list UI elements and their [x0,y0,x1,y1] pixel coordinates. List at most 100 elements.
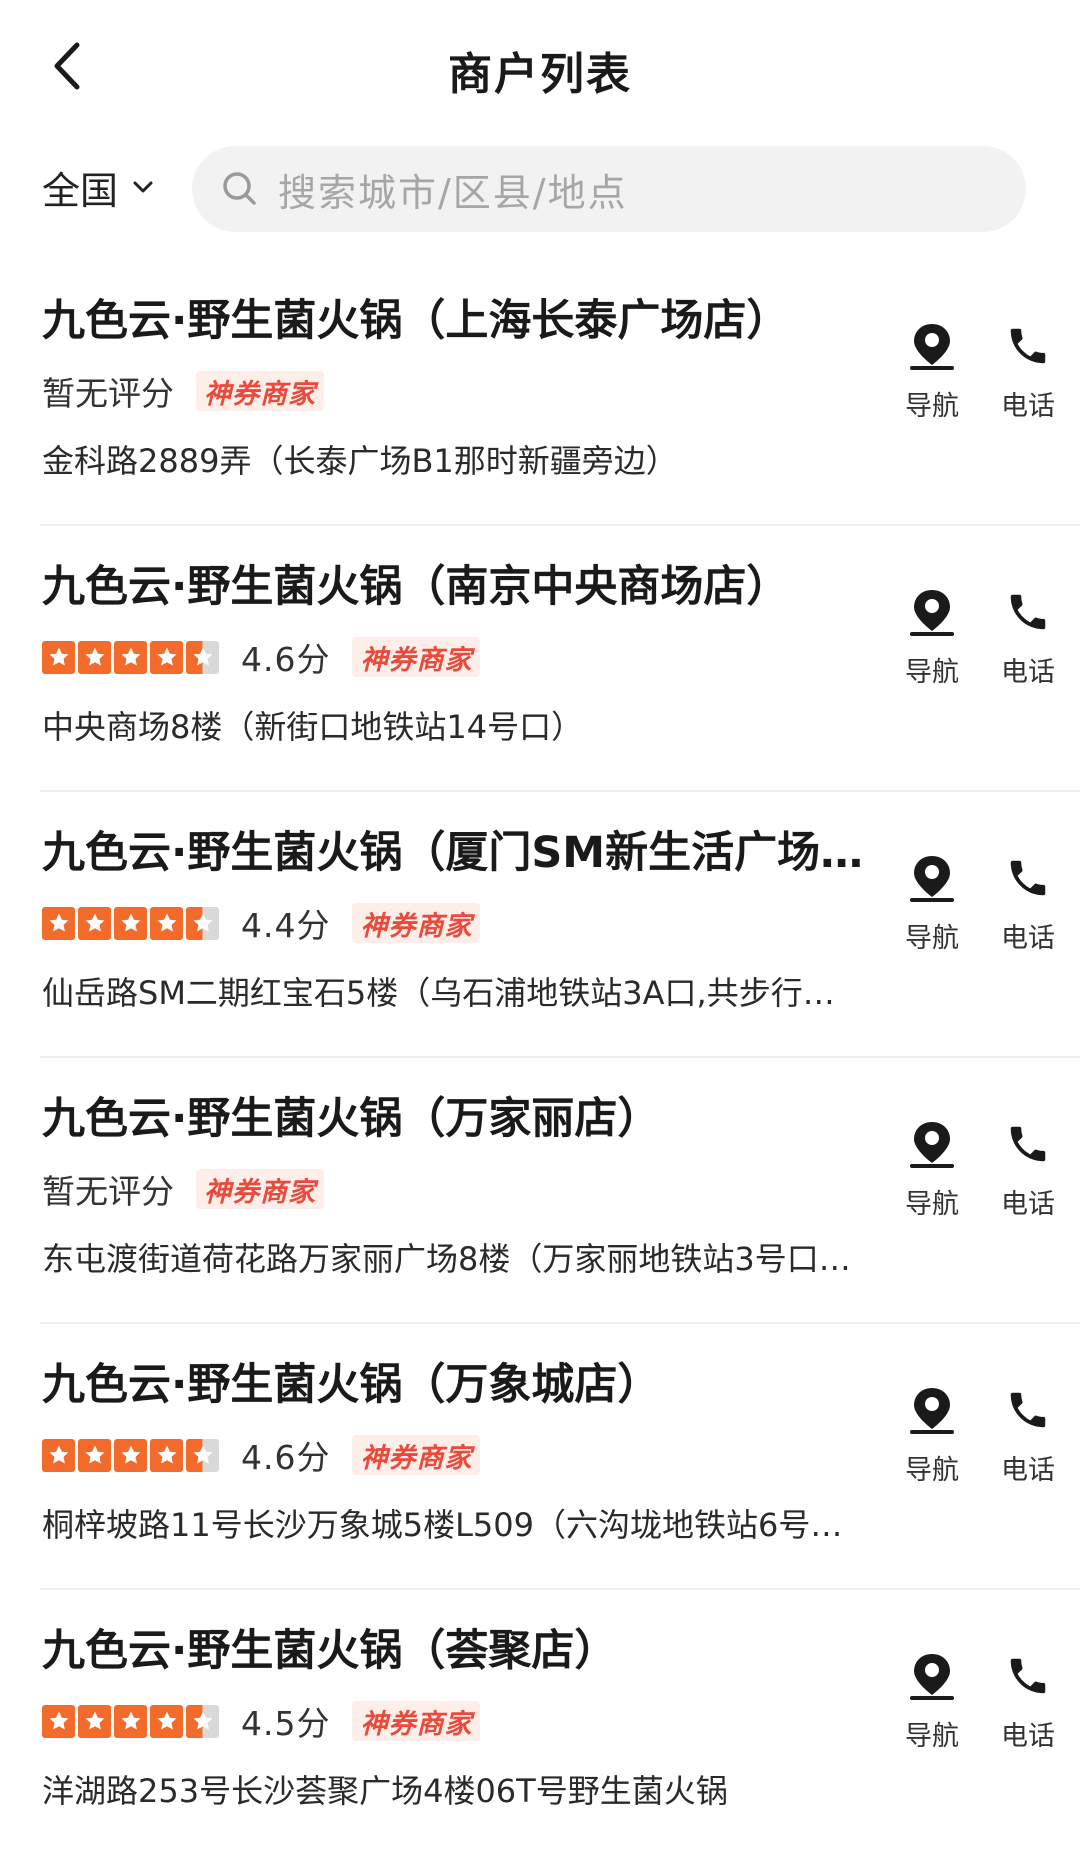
chevron-down-icon [133,181,153,193]
navigate-button[interactable]: 导航 [892,320,972,423]
star-icon [78,1438,111,1472]
star-rating [42,1704,219,1738]
rating-row: 暂无评分 神券商家 [42,1164,324,1214]
star-icon [150,1438,183,1472]
phone-label: 电话 [1001,657,1055,688]
merchant-item[interactable]: 九色云·野生菌火锅（万象城店） 4.6分 神券商家 桐梓坡路11号长沙万象城5楼… [40,1324,1080,1590]
search-icon [223,172,256,205]
star-rating [42,1438,219,1472]
merchant-item[interactable]: 九色云·野生菌火锅（万家丽店） 暂无评分 神券商家 东屯渡街道荷花路万家丽广场8… [40,1058,1080,1324]
phone-icon [1002,320,1054,372]
navigate-button[interactable]: 导航 [892,586,972,689]
star-icon [186,640,219,674]
merchant-item[interactable]: 九色云·野生菌火锅（厦门SM新生活广场… 4.4分 神券商家 仙岳路SM二期红宝… [40,792,1080,1058]
call-button[interactable]: 电话 [988,320,1068,423]
call-button[interactable]: 电话 [988,1118,1068,1221]
star-icon [42,1438,75,1472]
location-pin-icon [906,320,958,372]
rating-row: 4.5分 神券商家 [42,1696,481,1746]
merchant-list-page: 商户列表 全国 搜索城市/区县/地点 九色云·野生菌火锅（上海长泰广场店） 暂无… [0,0,1080,1862]
navigate-label: 导航 [905,1189,959,1220]
call-button[interactable]: 电话 [988,586,1068,689]
no-rating-text: 暂无评分 [42,1172,174,1211]
rating-row: 4.6分 神券商家 [42,1430,481,1480]
phone-icon [1002,1118,1054,1170]
region-dropdown[interactable]: 全国 [42,162,154,213]
merchant-name[interactable]: 九色云·野生菌火锅（万家丽店） [42,1084,882,1146]
phone-icon [1002,1384,1054,1436]
star-icon [42,1704,75,1738]
call-button[interactable]: 电话 [988,1650,1068,1753]
star-icon [42,640,75,674]
call-button[interactable]: 电话 [988,852,1068,955]
phone-icon [1002,586,1054,638]
navigate-button[interactable]: 导航 [892,1384,972,1487]
coupon-merchant-badge: 神券商家 [196,1169,324,1209]
navigate-label: 导航 [905,923,959,954]
merchant-list: 九色云·野生菌火锅（上海长泰广场店） 暂无评分 神券商家 金科路2889弄（长泰… [0,260,1080,1856]
rating-score: 4.4分 [241,906,331,945]
navigate-label: 导航 [905,1721,959,1752]
phone-label: 电话 [1001,391,1055,422]
rating-row: 暂无评分 神券商家 [42,366,324,416]
merchant-address: 东屯渡街道荷花路万家丽广场8楼（万家丽地铁站3号口… [42,1240,851,1278]
merchant-address: 仙岳路SM二期红宝石5楼（乌石浦地铁站3A口,共步行… [42,974,835,1012]
page-title: 商户列表 [448,49,632,100]
star-icon [186,1438,219,1472]
merchant-name[interactable]: 九色云·野生菌火锅（上海长泰广场店） [42,286,882,348]
rating-score: 4.6分 [241,1438,331,1477]
navigate-button[interactable]: 导航 [892,1118,972,1221]
navigate-button[interactable]: 导航 [892,852,972,955]
location-pin-icon [906,852,958,904]
coupon-merchant-badge: 神券商家 [352,1435,481,1475]
phone-label: 电话 [1001,1721,1055,1752]
star-icon [78,1704,111,1738]
merchant-address: 洋湖路253号长沙荟聚广场4楼06T号野生菌火锅 [42,1772,728,1810]
star-rating [42,640,219,674]
coupon-merchant-badge: 神券商家 [352,637,481,677]
search-input[interactable]: 搜索城市/区县/地点 [192,146,1026,232]
phone-icon [1002,1650,1054,1702]
merchant-item[interactable]: 九色云·野生菌火锅（南京中央商场店） 4.6分 神券商家 中央商场8楼（新街口地… [40,526,1080,792]
merchant-name[interactable]: 九色云·野生菌火锅（厦门SM新生活广场… [42,818,882,880]
merchant-name[interactable]: 九色云·野生菌火锅（荟聚店） [42,1616,882,1678]
star-icon [114,640,147,674]
star-icon [42,906,75,940]
phone-icon [1002,852,1054,904]
merchant-address: 金科路2889弄（长泰广场B1那时新疆旁边） [42,442,678,480]
phone-label: 电话 [1001,923,1055,954]
merchant-name[interactable]: 九色云·野生菌火锅（南京中央商场店） [42,552,882,614]
rating-score: 4.6分 [241,640,331,679]
coupon-merchant-badge: 神券商家 [196,371,324,411]
merchant-address: 桐梓坡路11号长沙万象城5楼L509（六沟垅地铁站6号… [42,1506,843,1544]
phone-label: 电话 [1001,1189,1055,1220]
call-button[interactable]: 电话 [988,1384,1068,1487]
search-placeholder: 搜索城市/区县/地点 [278,170,628,215]
rating-row: 4.6分 神券商家 [42,632,481,682]
navigate-button[interactable]: 导航 [892,1650,972,1753]
merchant-address: 中央商场8楼（新街口地铁站14号口） [42,708,584,746]
rating-row: 4.4分 神券商家 [42,898,481,948]
star-icon [114,1438,147,1472]
navigate-label: 导航 [905,391,959,422]
star-icon [150,640,183,674]
location-pin-icon [906,1384,958,1436]
star-icon [114,906,147,940]
star-rating [42,906,219,940]
location-pin-icon [906,1650,958,1702]
coupon-merchant-badge: 神券商家 [352,903,481,943]
navigate-label: 导航 [905,657,959,688]
header: 商户列表 [0,0,1080,135]
region-label: 全国 [42,168,119,213]
navigate-label: 导航 [905,1455,959,1486]
no-rating-text: 暂无评分 [42,374,174,413]
star-icon [150,1704,183,1738]
star-icon [186,906,219,940]
merchant-item[interactable]: 九色云·野生菌火锅（荟聚店） 4.5分 神券商家 洋湖路253号长沙荟聚广场4楼… [40,1590,1080,1856]
location-pin-icon [906,1118,958,1170]
rating-score: 4.5分 [241,1704,331,1743]
star-icon [114,1704,147,1738]
merchant-name[interactable]: 九色云·野生菌火锅（万象城店） [42,1350,882,1412]
merchant-item[interactable]: 九色云·野生菌火锅（上海长泰广场店） 暂无评分 神券商家 金科路2889弄（长泰… [40,260,1080,526]
star-icon [78,906,111,940]
